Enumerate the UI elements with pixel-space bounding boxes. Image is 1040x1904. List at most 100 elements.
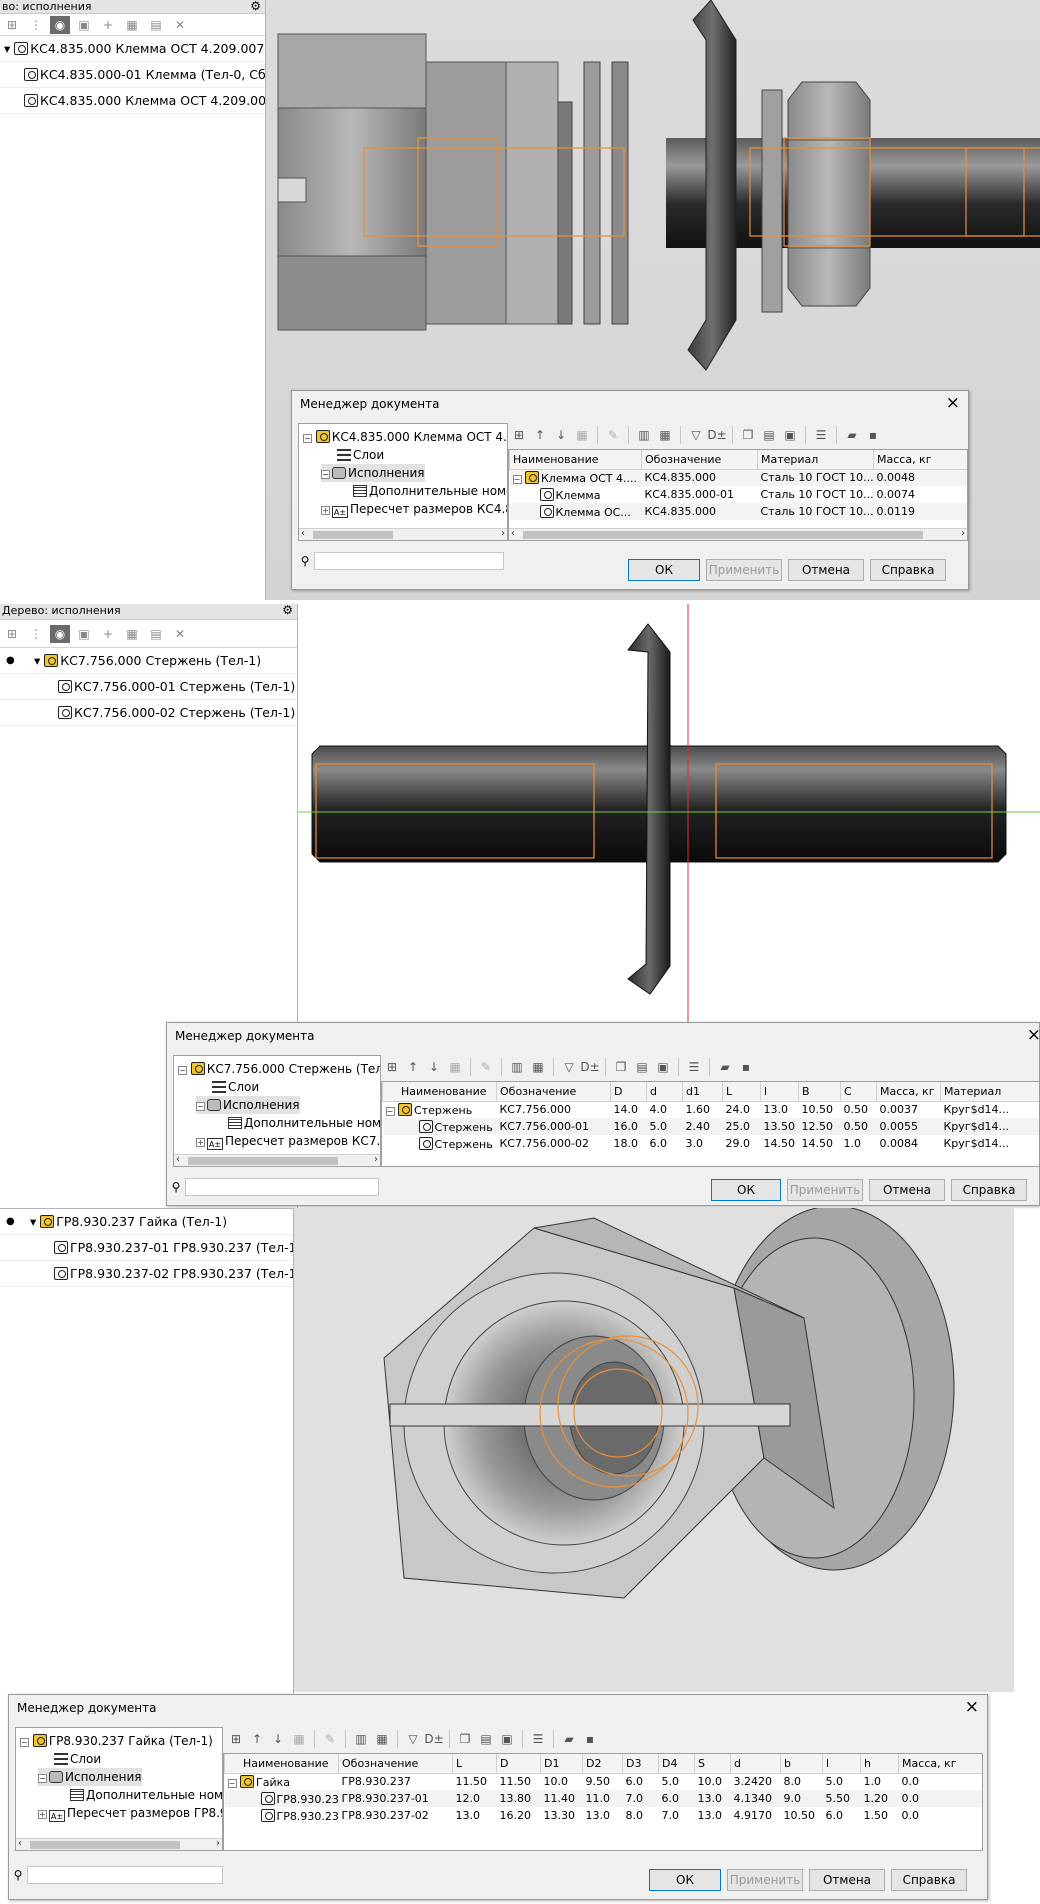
col-designation[interactable]: Обозначение: [496, 1082, 611, 1102]
apply-button[interactable]: Применить: [706, 559, 782, 581]
grid-icon[interactable]: ▦: [446, 1058, 464, 1076]
doc-tree-executions[interactable]: − Исполнения: [196, 1096, 300, 1114]
search-input[interactable]: [27, 1866, 223, 1884]
up-icon[interactable]: ↑: [531, 426, 549, 444]
col-D[interactable]: D: [496, 1754, 541, 1774]
close-icon[interactable]: ×: [1027, 1025, 1039, 1045]
filter-icon[interactable]: ⋮: [26, 625, 46, 643]
tree-item[interactable]: ● ▾ ГР8.930.237 Гайка (Тел-1): [0, 1209, 293, 1235]
col-material[interactable]: Материал: [940, 1082, 1039, 1102]
ok-button[interactable]: ОК: [649, 1869, 721, 1891]
col-L[interactable]: L: [722, 1082, 761, 1102]
save-icon[interactable]: ▤: [146, 16, 166, 34]
copy-icon[interactable]: ▣: [74, 16, 94, 34]
apply-button[interactable]: Применить: [727, 1869, 803, 1891]
ok-button[interactable]: ОК: [711, 1179, 781, 1201]
col-name[interactable]: Наименование: [509, 450, 642, 470]
gear-icon[interactable]: ⚙: [250, 0, 261, 13]
save-icon[interactable]: ▤: [146, 625, 166, 643]
table-icon[interactable]: ▦: [373, 1730, 391, 1748]
tree-item[interactable]: КС4.835.000 Клемма ОСТ 4.209.007-82 (Те: [0, 88, 265, 114]
export-icon[interactable]: ▣: [498, 1730, 516, 1748]
close-icon[interactable]: ×: [946, 393, 960, 413]
collapse-icon[interactable]: −: [196, 1102, 205, 1111]
table-row[interactable]: ГР8.930.237ГР8.930.237-0213.016.2013.301…: [225, 1807, 983, 1824]
up-icon[interactable]: ↑: [404, 1058, 422, 1076]
doc-tree-extra[interactable]: Дополнительные номе: [68, 1786, 222, 1804]
expand-icon[interactable]: ▾: [30, 1214, 36, 1229]
col-mass[interactable]: Масса, кг: [898, 1754, 982, 1774]
paste-icon[interactable]: ▤: [633, 1058, 651, 1076]
filter-icon[interactable]: ⋮: [26, 16, 46, 34]
doc-tree-recalc[interactable]: + A± Пересчет размеров КС4.83: [321, 500, 507, 518]
tree-item[interactable]: КС7.756.000-01 Стержень (Тел-1): [0, 674, 297, 700]
down-icon[interactable]: ↓: [552, 426, 570, 444]
filter-icon[interactable]: ▽: [404, 1730, 422, 1748]
table-row[interactable]: Стержень КС7.756.000-02 18.0 6.0 3.0 29.0 14.5…: [383, 1135, 1040, 1152]
col-b[interactable]: b: [780, 1754, 823, 1774]
properties-icon[interactable]: ☰: [529, 1730, 547, 1748]
table-row[interactable]: Клемма ОС... КС4.835.000 Сталь 10 ГОСТ 10.…: [509, 503, 967, 520]
doc-tree-extra[interactable]: Дополнительные номе: [351, 482, 507, 500]
expand-icon[interactable]: +: [196, 1138, 205, 1147]
add-icon[interactable]: +: [98, 625, 118, 643]
up-icon[interactable]: ↑: [248, 1730, 266, 1748]
collapse-icon[interactable]: −: [38, 1774, 47, 1783]
add-row-icon[interactable]: ⊞: [510, 426, 528, 444]
doc-tree-executions[interactable]: − Исполнения: [38, 1768, 142, 1786]
horizontal-scrollbar[interactable]: ‹ ›: [509, 528, 967, 540]
col-name[interactable]: Наименование: [382, 1082, 497, 1102]
grid-icon[interactable]: ▦: [573, 426, 591, 444]
filter-icon[interactable]: ▽: [560, 1058, 578, 1076]
down-icon[interactable]: ↓: [425, 1058, 443, 1076]
doc-tree-executions[interactable]: − Исполнения: [321, 464, 425, 482]
dimension-icon[interactable]: D±: [580, 1058, 599, 1076]
doc-tree-root[interactable]: − КС7.756.000 Стержень (Тел-1): [178, 1060, 380, 1078]
cancel-button[interactable]: Отмена: [788, 559, 864, 581]
col-designation[interactable]: Обозначение: [338, 1754, 453, 1774]
col-B[interactable]: B: [798, 1082, 841, 1102]
doc-tree-layers[interactable]: Слои: [52, 1750, 101, 1768]
table-icon[interactable]: ▦: [122, 625, 142, 643]
col-C[interactable]: C: [840, 1082, 877, 1102]
cancel-button[interactable]: Отмена: [869, 1179, 945, 1201]
table-row[interactable]: ГР8.930.237ГР8.930.237-0112.013.8011.401…: [224, 1790, 982, 1807]
expand-icon[interactable]: +: [38, 1810, 47, 1819]
help-button[interactable]: Справка: [891, 1869, 967, 1891]
expand-icon[interactable]: ▾: [34, 653, 40, 668]
doc-tree-recalc[interactable]: + A± Пересчет размеров ГР8.93: [38, 1804, 222, 1822]
viewport-3[interactable]: [294, 1208, 1014, 1692]
col-mass[interactable]: Масса, кг: [873, 450, 967, 470]
columns-icon[interactable]: ▥: [508, 1058, 526, 1076]
filter-icon[interactable]: ▽: [687, 426, 705, 444]
table-icon[interactable]: ▦: [122, 16, 142, 34]
search-input[interactable]: [314, 552, 504, 570]
ok-button[interactable]: ОК: [628, 559, 700, 581]
expand-icon[interactable]: +: [321, 506, 330, 515]
edit-icon[interactable]: ✎: [604, 426, 622, 444]
doc-tree-layers[interactable]: Слои: [210, 1078, 259, 1096]
open-folder-icon[interactable]: ▰: [716, 1058, 734, 1076]
cancel-button[interactable]: Отмена: [809, 1869, 885, 1891]
table-row[interactable]: − Гайка ГР8.930.237 11.50 11.50 10.0 9.50 6.0 5…: [225, 1773, 983, 1790]
tree-item[interactable]: ▾ КС4.835.000 Клемма ОСТ 4.209.007-82 (Т…: [0, 36, 265, 62]
tree-item[interactable]: ГР8.930.237-01 ГР8.930.237 (Тел-1): [0, 1235, 293, 1261]
col-D4[interactable]: D4: [658, 1754, 695, 1774]
dimension-icon[interactable]: D±: [707, 426, 726, 444]
col-D[interactable]: D: [610, 1082, 647, 1102]
col-S[interactable]: S: [694, 1754, 731, 1774]
doc-tree-root[interactable]: − ГР8.930.237 Гайка (Тел-1): [20, 1732, 213, 1750]
col-material[interactable]: Материал: [757, 450, 874, 470]
table-row[interactable]: − Клемма ОСТ 4.... КС4.835.000 Сталь 10 ГО…: [509, 469, 967, 486]
table-row[interactable]: − Стержень КС7.756.000 14.0 4.0 1.60 24.0 13.0…: [383, 1101, 1040, 1118]
copy-icon[interactable]: ❐: [612, 1058, 630, 1076]
executions-icon[interactable]: ◉: [50, 15, 70, 34]
add-row-icon[interactable]: ⊞: [383, 1058, 401, 1076]
col-L[interactable]: L: [452, 1754, 497, 1774]
paste-icon[interactable]: ▤: [477, 1730, 495, 1748]
viewport-2[interactable]: [298, 604, 1040, 1024]
col-D3[interactable]: D3: [622, 1754, 659, 1774]
edit-icon[interactable]: ✎: [321, 1730, 339, 1748]
doc-tree-layers[interactable]: Слои: [335, 446, 384, 464]
open-folder-icon[interactable]: ▰: [843, 426, 861, 444]
